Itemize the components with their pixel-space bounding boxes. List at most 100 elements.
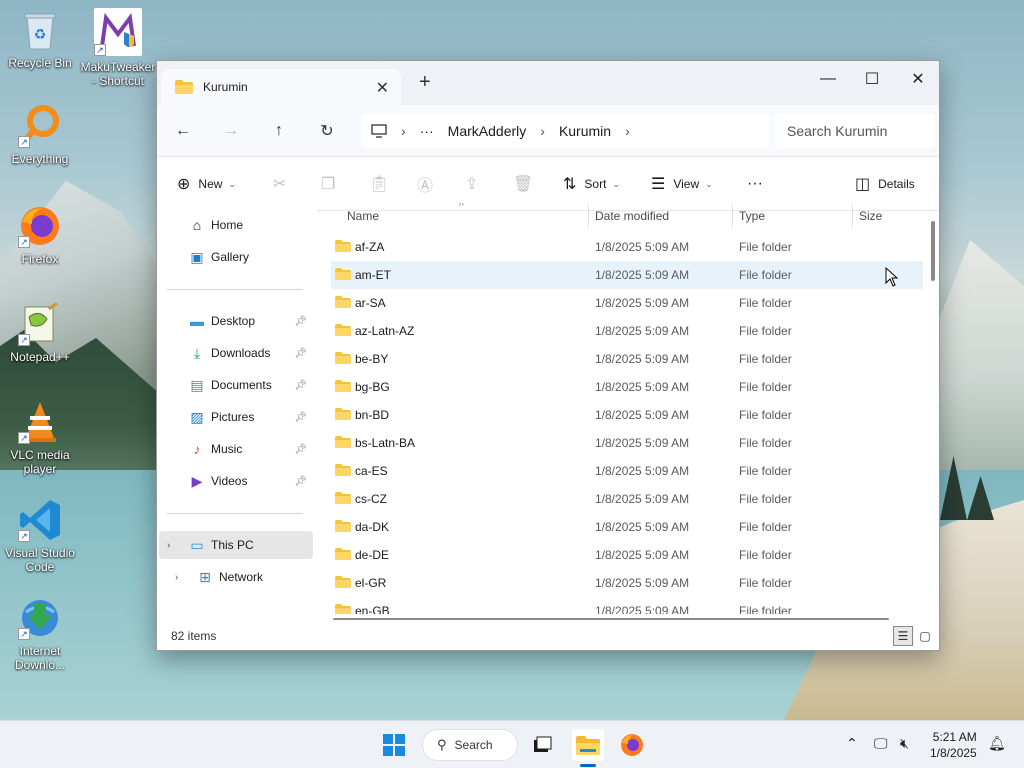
desktop-icon-firefox[interactable]: ↗ Firefox xyxy=(0,204,80,266)
sort-button[interactable]: ⇅ Sort ⌄ xyxy=(563,171,620,197)
desktop-icon-everything[interactable]: ↗ Everything xyxy=(0,104,80,166)
copy-button[interactable]: ❐ xyxy=(321,171,343,197)
chevron-down-icon: ⌄ xyxy=(228,178,236,189)
task-view-icon xyxy=(534,736,552,752)
column-separator[interactable] xyxy=(852,205,853,227)
table-row[interactable]: bs-Latn-BA 1/8/2025 5:09 AM File folder xyxy=(331,429,923,457)
new-tab-button[interactable]: + xyxy=(419,71,431,94)
forward-arrow-icon[interactable]: → xyxy=(217,117,245,145)
file-name: cs-CZ xyxy=(355,492,387,506)
desktop-icon-internet-download-manager[interactable]: ↗ Internet Downlo... xyxy=(0,596,80,672)
nav-item-videos[interactable]: ▶ Videos 📌︎ xyxy=(167,467,313,495)
search-input[interactable]: Search Kurumin xyxy=(775,114,935,148)
folder-icon xyxy=(175,80,193,94)
rename-button[interactable]: Ⓐ xyxy=(417,171,441,197)
file-type: File folder xyxy=(739,548,792,562)
delete-button[interactable]: 🗑︎ xyxy=(513,171,541,197)
details-view-button[interactable]: ☰ xyxy=(893,626,913,646)
cut-button[interactable]: ✂ xyxy=(273,171,294,197)
notification-bell-icon[interactable]: 🔔︎ xyxy=(988,735,1006,752)
table-row[interactable]: bg-BG 1/8/2025 5:09 AM File folder xyxy=(331,373,923,401)
table-row[interactable]: bn-BD 1/8/2025 5:09 AM File folder xyxy=(331,401,923,429)
search-icon: ⚲ xyxy=(437,737,447,752)
nav-item-gallery[interactable]: ▣ Gallery xyxy=(167,243,313,271)
nav-item-this-pc[interactable]: › ▭ This PC xyxy=(159,531,313,559)
table-row[interactable]: af-ZA 1/8/2025 5:09 AM File folder xyxy=(331,233,923,261)
network-status-icon[interactable]: 🖵︎ xyxy=(874,735,888,752)
tab-close-button[interactable]: ✕ xyxy=(376,78,389,98)
desktop-icon-vlc[interactable]: ↗ VLC media player xyxy=(0,400,80,476)
column-header-type[interactable]: Type xyxy=(739,209,765,223)
file-date-modified: 1/8/2025 5:09 AM xyxy=(595,492,690,506)
minimize-button[interactable]: — xyxy=(805,65,851,93)
shortcut-arrow-icon: ↗ xyxy=(18,628,30,640)
taskbar-clock[interactable]: 5:21 AM 1/8/2025 xyxy=(930,729,977,761)
nav-item-home[interactable]: ⌂ Home xyxy=(167,211,313,239)
table-row[interactable]: be-BY 1/8/2025 5:09 AM File folder xyxy=(331,345,923,373)
file-date-modified: 1/8/2025 5:09 AM xyxy=(595,408,690,422)
new-button[interactable]: ⊕ New ⌄ xyxy=(177,171,236,197)
table-row[interactable]: am-ET 1/8/2025 5:09 AM File folder xyxy=(331,261,923,289)
file-type: File folder xyxy=(739,240,792,254)
more-options-button[interactable]: ··· xyxy=(747,171,763,197)
table-row[interactable]: az-Latn-AZ 1/8/2025 5:09 AM File folder xyxy=(331,317,923,345)
nav-item-pictures[interactable]: ▨ Pictures 📌︎ xyxy=(167,403,313,431)
breadcrumb-segment[interactable]: Kurumin xyxy=(559,123,611,139)
table-row[interactable]: en-GB 1/8/2025 5:09 AM File folder xyxy=(331,597,923,614)
column-separator[interactable] xyxy=(588,205,589,227)
column-header-name[interactable]: Name xyxy=(347,209,379,223)
column-header-date[interactable]: Date modified xyxy=(595,209,669,223)
desktop-icon-label: VLC media player xyxy=(10,448,70,476)
title-bar[interactable]: Kurumin ✕ + — ☐ ✕ xyxy=(157,61,939,105)
maximize-button[interactable]: ☐ xyxy=(849,65,895,93)
table-row[interactable]: ca-ES 1/8/2025 5:09 AM File folder xyxy=(331,457,923,485)
file-date-modified: 1/8/2025 5:09 AM xyxy=(595,436,690,450)
shortcut-arrow-icon: ↗ xyxy=(18,432,30,444)
volume-muted-icon[interactable]: 🔇︎ xyxy=(900,735,909,752)
taskbar-firefox[interactable] xyxy=(616,729,648,761)
nav-item-music[interactable]: ♪ Music 📌︎ xyxy=(167,435,313,463)
paste-button[interactable]: 📋︎ xyxy=(369,171,397,197)
tab-kurumin[interactable]: Kurumin ✕ xyxy=(161,69,401,105)
view-button[interactable]: ☰ View ⌄ xyxy=(651,171,713,197)
start-button[interactable] xyxy=(378,729,410,761)
table-row[interactable]: ar-SA 1/8/2025 5:09 AM File folder xyxy=(331,289,923,317)
column-header-size[interactable]: Size xyxy=(859,209,882,223)
desktop-icon-makutweaker[interactable]: ↗ MakuTweaker - Shortcut xyxy=(78,8,158,88)
desktop-icon-recycle-bin[interactable]: ♻ Recycle Bin xyxy=(0,8,80,70)
task-view-button[interactable] xyxy=(528,729,556,761)
breadcrumb-segment[interactable]: MarkAdderly xyxy=(448,123,527,139)
nav-item-documents[interactable]: ▤ Documents 📌︎ xyxy=(167,371,313,399)
table-row[interactable]: cs-CZ 1/8/2025 5:09 AM File folder xyxy=(331,485,923,513)
file-type: File folder xyxy=(739,268,792,282)
refresh-icon[interactable]: ↻ xyxy=(313,117,341,145)
details-pane-button[interactable]: ◫ Details xyxy=(855,171,915,197)
column-separator[interactable] xyxy=(732,205,733,227)
vertical-scrollbar[interactable] xyxy=(931,221,935,281)
file-name: ca-ES xyxy=(355,464,388,478)
table-row[interactable]: da-DK 1/8/2025 5:09 AM File folder xyxy=(331,513,923,541)
close-button[interactable]: ✕ xyxy=(895,65,941,93)
desktop-folder-icon: ▬ xyxy=(190,313,204,329)
share-button[interactable]: ⇪ xyxy=(465,171,486,197)
back-arrow-icon[interactable]: ← xyxy=(169,117,197,145)
breadcrumb-ellipsis[interactable]: ··· xyxy=(420,123,434,139)
table-row[interactable]: el-GR 1/8/2025 5:09 AM File folder xyxy=(331,569,923,597)
file-date-modified: 1/8/2025 5:09 AM xyxy=(595,240,690,254)
nav-item-downloads[interactable]: ⤓ Downloads 📌︎ xyxy=(167,339,313,367)
show-hidden-icons-chevron-up-icon[interactable]: ⌃ xyxy=(846,735,858,752)
breadcrumb[interactable]: › ··· MarkAdderly › Kurumin › xyxy=(361,114,769,148)
desktop-icon-notepad-plus-plus[interactable]: ↗ Notepad++ xyxy=(0,302,80,364)
nav-item-desktop[interactable]: ▬ Desktop 📌︎ xyxy=(167,307,313,335)
table-row[interactable]: de-DE 1/8/2025 5:09 AM File folder xyxy=(331,541,923,569)
taskbar-search-button[interactable]: ⚲ Search xyxy=(422,729,518,761)
desktop-icon-vscode[interactable]: ↗ Visual Studio Code xyxy=(0,498,80,574)
nav-item-network[interactable]: › ⊞ Network xyxy=(167,563,313,591)
file-explorer-window[interactable]: Kurumin ✕ + — ☐ ✕ ← → ↑ ↻ › ··· MarkAdde… xyxy=(156,60,940,651)
nav-item-label: Music xyxy=(211,442,243,456)
up-arrow-icon[interactable]: ↑ xyxy=(265,117,293,145)
large-icons-view-button[interactable]: ▢ xyxy=(915,626,935,646)
file-name: af-ZA xyxy=(355,240,385,254)
taskbar-file-explorer[interactable] xyxy=(572,729,604,761)
file-type: File folder xyxy=(739,324,792,338)
